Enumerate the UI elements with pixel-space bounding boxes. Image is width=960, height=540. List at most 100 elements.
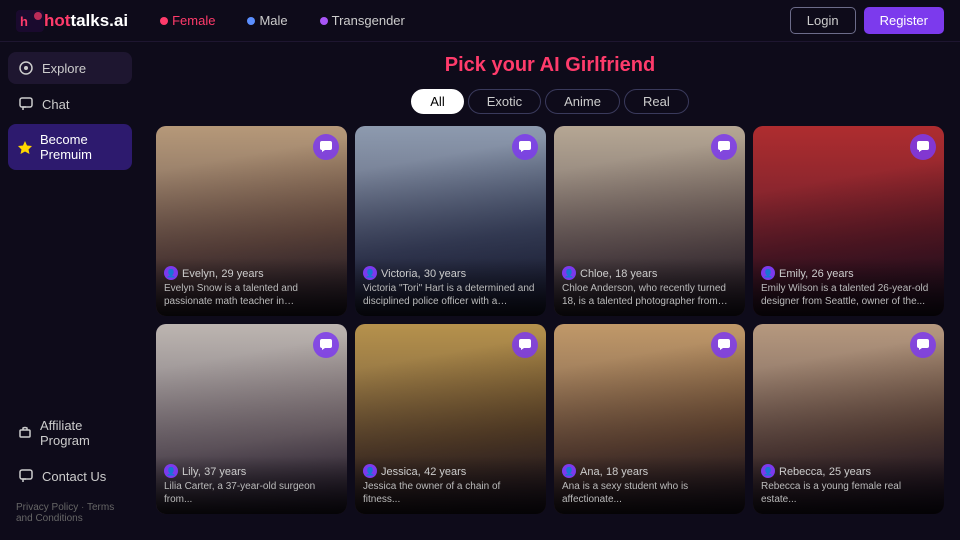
- sidebar-item-chat[interactable]: Chat: [8, 88, 132, 120]
- card-avatar-evelyn: 👤: [164, 266, 178, 280]
- filter-exotic[interactable]: Exotic: [468, 89, 541, 114]
- logo-brand-hot: ot: [54, 11, 70, 30]
- card-avatar-chloe: 👤: [562, 266, 576, 280]
- female-label: Female: [172, 13, 215, 28]
- card-name-emily: Emily, 26 years: [779, 266, 854, 280]
- sidebar-item-premium[interactable]: Become Premuim: [8, 124, 132, 170]
- card-desc-lily: Lilia Carter, a 37-year-old surgeon from…: [164, 480, 339, 506]
- page-title-accent: Girlfriend: [565, 54, 655, 76]
- footer-separator: ·: [81, 502, 84, 513]
- card-name-rebecca: Rebecca, 25 years: [779, 464, 871, 478]
- trans-dot: [320, 17, 328, 25]
- card-desc-ana: Ana is a sexy student who is affectionat…: [562, 480, 737, 506]
- card-chloe[interactable]: 👤 Chloe, 18 years Chloe Anderson, who re…: [554, 126, 745, 316]
- login-button[interactable]: Login: [790, 7, 856, 34]
- logo-icon: h: [16, 10, 44, 32]
- explore-icon: [18, 60, 34, 76]
- chat-btn-lily[interactable]: [313, 332, 339, 358]
- card-name-lily: Lily, 37 years: [182, 464, 246, 478]
- contact-icon: [18, 468, 34, 484]
- card-overlay-emily: 👤 Emily, 26 years Emily Wilson is a tale…: [753, 258, 944, 316]
- card-desc-victoria: Victoria "Tori" Hart is a determined and…: [363, 282, 538, 308]
- card-desc-chloe: Chloe Anderson, who recently turned 18, …: [562, 282, 737, 308]
- filter-anime[interactable]: Anime: [545, 89, 620, 114]
- card-avatar-rebecca: 👤: [761, 464, 775, 478]
- card-jessica[interactable]: 👤 Jessica, 42 years Jessica the owner of…: [355, 324, 546, 514]
- privacy-link[interactable]: Privacy Policy: [16, 502, 78, 513]
- header: h hottalks.ai Female Male Transgender Lo…: [0, 0, 960, 42]
- card-avatar-ana: 👤: [562, 464, 576, 478]
- logo-brand-talks: talks.ai: [70, 11, 128, 30]
- sidebar-item-affiliate[interactable]: Affiliate Program: [8, 410, 132, 456]
- contact-label: Contact Us: [42, 469, 106, 484]
- chat-btn-jessica[interactable]: [512, 332, 538, 358]
- male-label: Male: [259, 13, 287, 28]
- chat-icon: [18, 96, 34, 112]
- filter-real[interactable]: Real: [624, 89, 689, 114]
- premium-icon: [18, 139, 32, 155]
- card-overlay-evelyn: 👤 Evelyn, 29 years Evelyn Snow is a tale…: [156, 258, 347, 316]
- sidebar-footer: Privacy Policy · Terms and Conditions: [8, 496, 132, 530]
- filter-bar: All Exotic Anime Real: [156, 89, 944, 114]
- sidebar-top: Explore Chat Become Premuim: [8, 52, 132, 170]
- main-content: Pick your AI Girlfriend All Exotic Anime…: [140, 42, 960, 540]
- card-overlay-victoria: 👤 Victoria, 30 years Victoria "Tori" Har…: [355, 258, 546, 316]
- card-desc-emily: Emily Wilson is a talented 26-year-old d…: [761, 282, 936, 308]
- card-overlay-rebecca: 👤 Rebecca, 25 years Rebecca is a young f…: [753, 456, 944, 514]
- page-title-prefix: Pick your AI: [445, 54, 565, 76]
- card-overlay-lily: 👤 Lily, 37 years Lilia Carter, a 37-year…: [156, 456, 347, 514]
- premium-label: Become Premuim: [40, 132, 122, 162]
- cards-grid: 👤 Evelyn, 29 years Evelyn Snow is a tale…: [156, 126, 944, 514]
- logo: h hottalks.ai: [16, 10, 128, 32]
- chat-btn-evelyn[interactable]: [313, 134, 339, 160]
- card-desc-evelyn: Evelyn Snow is a talented and passionate…: [164, 282, 339, 308]
- card-ana[interactable]: 👤 Ana, 18 years Ana is a sexy student wh…: [554, 324, 745, 514]
- card-victoria[interactable]: 👤 Victoria, 30 years Victoria "Tori" Har…: [355, 126, 546, 316]
- chat-label: Chat: [42, 97, 69, 112]
- sidebar: Explore Chat Become Premuim Affiliate: [0, 42, 140, 540]
- trans-label: Transgender: [332, 13, 405, 28]
- female-dot: [160, 17, 168, 25]
- register-button[interactable]: Register: [864, 7, 944, 34]
- affiliate-icon: [18, 425, 32, 441]
- card-avatar-victoria: 👤: [363, 266, 377, 280]
- chat-btn-victoria[interactable]: [512, 134, 538, 160]
- chat-btn-chloe[interactable]: [711, 134, 737, 160]
- card-evelyn[interactable]: 👤 Evelyn, 29 years Evelyn Snow is a tale…: [156, 126, 347, 316]
- card-name-evelyn: Evelyn, 29 years: [182, 266, 264, 280]
- sidebar-item-contact[interactable]: Contact Us: [8, 460, 132, 492]
- logo-hot: h: [44, 11, 54, 30]
- card-avatar-lily: 👤: [164, 464, 178, 478]
- svg-text:h: h: [20, 14, 28, 29]
- card-overlay-chloe: 👤 Chloe, 18 years Chloe Anderson, who re…: [554, 258, 745, 316]
- layout: Explore Chat Become Premuim Affiliate: [0, 42, 960, 540]
- card-name-victoria: Victoria, 30 years: [381, 266, 466, 280]
- tab-transgender[interactable]: Transgender: [312, 9, 413, 32]
- chat-btn-ana[interactable]: [711, 332, 737, 358]
- tab-female[interactable]: Female: [152, 9, 223, 32]
- card-name-jessica: Jessica, 42 years: [381, 464, 466, 478]
- card-overlay-jessica: 👤 Jessica, 42 years Jessica the owner of…: [355, 456, 546, 514]
- sidebar-item-explore[interactable]: Explore: [8, 52, 132, 84]
- card-name-chloe: Chloe, 18 years: [580, 266, 657, 280]
- card-avatar-emily: 👤: [761, 266, 775, 280]
- page-title: Pick your AI Girlfriend: [156, 54, 944, 77]
- male-dot: [247, 17, 255, 25]
- header-buttons: Login Register: [790, 7, 944, 34]
- filter-all[interactable]: All: [411, 89, 463, 114]
- card-overlay-ana: 👤 Ana, 18 years Ana is a sexy student wh…: [554, 456, 745, 514]
- explore-label: Explore: [42, 61, 86, 76]
- sidebar-bottom: Affiliate Program Contact Us Privacy Pol…: [8, 410, 132, 530]
- card-emily[interactable]: 👤 Emily, 26 years Emily Wilson is a tale…: [753, 126, 944, 316]
- card-lily[interactable]: 👤 Lily, 37 years Lilia Carter, a 37-year…: [156, 324, 347, 514]
- card-desc-jessica: Jessica the owner of a chain of fitness.…: [363, 480, 538, 506]
- card-desc-rebecca: Rebecca is a young female real estate...: [761, 480, 936, 506]
- chat-btn-emily[interactable]: [910, 134, 936, 160]
- tab-male[interactable]: Male: [239, 9, 295, 32]
- card-name-ana: Ana, 18 years: [580, 464, 648, 478]
- card-rebecca[interactable]: 👤 Rebecca, 25 years Rebecca is a young f…: [753, 324, 944, 514]
- card-avatar-jessica: 👤: [363, 464, 377, 478]
- chat-btn-rebecca[interactable]: [910, 332, 936, 358]
- gender-tabs: Female Male Transgender: [152, 9, 790, 32]
- affiliate-label: Affiliate Program: [40, 418, 122, 448]
